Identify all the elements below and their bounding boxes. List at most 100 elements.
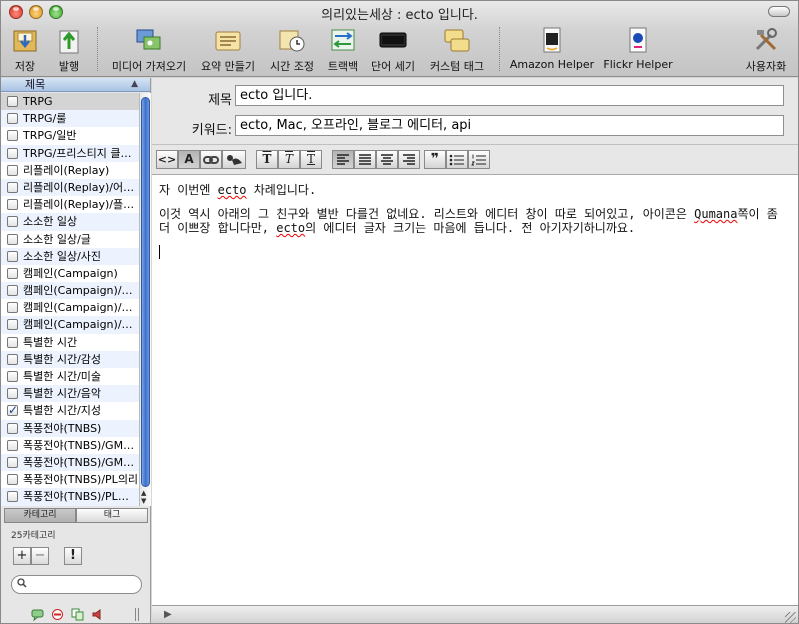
media-import-button[interactable]: 미디어 가져오기 bbox=[107, 25, 191, 75]
list-item[interactable]: 폭풍전야(TNBS)/GM… bbox=[1, 453, 139, 472]
title-field[interactable]: ecto 입니다. bbox=[235, 85, 784, 106]
list-item[interactable]: TRPG bbox=[1, 93, 139, 111]
tab-tags[interactable]: 태그 bbox=[76, 508, 148, 523]
category-checkbox[interactable] bbox=[7, 474, 18, 486]
add-category-button[interactable]: + bbox=[13, 547, 31, 565]
align-right-button[interactable] bbox=[398, 150, 420, 169]
list-item[interactable]: 특별한 시간/감성 bbox=[1, 350, 139, 368]
bullet-list-button[interactable] bbox=[446, 150, 468, 169]
category-checkbox[interactable] bbox=[7, 388, 18, 400]
category-checkbox[interactable] bbox=[7, 319, 18, 331]
font-button[interactable]: A bbox=[178, 150, 200, 169]
category-checkbox[interactable] bbox=[7, 402, 18, 419]
publish-button[interactable]: 발행 bbox=[51, 25, 87, 75]
image-button[interactable] bbox=[222, 150, 246, 169]
no-entry-icon[interactable] bbox=[51, 608, 64, 621]
post-editor[interactable]: 자 이번엔 ecto 차례입니다. 이것 역시 아래의 그 친구와 별반 다를건… bbox=[152, 174, 798, 605]
list-item[interactable]: 리플레이(Replay) bbox=[1, 162, 139, 179]
category-checkbox[interactable] bbox=[7, 267, 18, 279]
scrollbar-thumb[interactable] bbox=[141, 97, 150, 487]
align-justify-button[interactable] bbox=[354, 150, 376, 169]
underline-button[interactable]: T bbox=[300, 150, 322, 169]
category-label: 특별한 시간 bbox=[23, 335, 78, 349]
list-item[interactable]: 특별한 시간 bbox=[1, 334, 139, 351]
list-item[interactable]: 소소한 일상/글 bbox=[1, 231, 139, 248]
category-count: 25카테고리 bbox=[11, 531, 56, 541]
category-checkbox[interactable] bbox=[7, 113, 18, 125]
category-scrollbar[interactable]: ▲ ▼ bbox=[139, 93, 151, 506]
alert-button[interactable]: ! bbox=[64, 547, 82, 565]
list-item[interactable]: TRPG/일반 bbox=[1, 127, 139, 144]
list-item[interactable]: 캠페인(Campaign)/… bbox=[1, 316, 139, 334]
category-checkbox[interactable] bbox=[7, 422, 18, 434]
category-checkbox[interactable] bbox=[7, 336, 18, 348]
category-search-input[interactable] bbox=[11, 575, 142, 594]
list-item[interactable]: 폭풍전야(TNBS)/GM… bbox=[1, 437, 139, 454]
category-checkbox[interactable] bbox=[7, 302, 18, 314]
customize-button[interactable]: 사용자화 bbox=[739, 25, 793, 75]
comment-icon[interactable] bbox=[31, 608, 44, 621]
category-checkbox[interactable] bbox=[7, 456, 18, 468]
copy-icon[interactable] bbox=[71, 608, 84, 621]
remove-category-button[interactable]: − bbox=[31, 547, 49, 565]
list-item[interactable]: TRPG/룰 bbox=[1, 110, 139, 128]
disclosure-triangle-icon[interactable]: ▶ bbox=[164, 609, 172, 620]
list-item[interactable]: 캠페인(Campaign)/… bbox=[1, 299, 139, 316]
category-checkbox[interactable] bbox=[7, 439, 18, 451]
category-checkbox[interactable] bbox=[7, 216, 18, 228]
align-left-button[interactable] bbox=[332, 150, 354, 169]
category-list[interactable]: TRPG TRPG/룰 TRPG/일반 TRPG/프리스티지 클… 리플레이(Repla… bbox=[1, 93, 139, 506]
category-checkbox[interactable] bbox=[7, 164, 18, 176]
speaker-icon[interactable] bbox=[91, 608, 104, 621]
summary-button[interactable]: 요약 만들기 bbox=[197, 25, 259, 75]
bold-button[interactable]: T bbox=[256, 150, 278, 169]
amazon-helper-button[interactable]: Amazon Helper bbox=[509, 25, 595, 75]
list-item[interactable]: 폭풍전야(TNBS) bbox=[1, 419, 139, 437]
category-checkbox[interactable] bbox=[7, 181, 18, 193]
custom-tags-button[interactable]: 커스텀 태그 bbox=[425, 25, 489, 75]
category-checkbox[interactable] bbox=[7, 233, 18, 245]
save-button[interactable]: 저장 bbox=[7, 25, 43, 75]
trackback-button[interactable]: 트랙백 bbox=[323, 25, 363, 75]
category-checkbox[interactable] bbox=[7, 491, 18, 503]
html-mode-button[interactable]: <> bbox=[156, 150, 178, 169]
flickr-helper-button[interactable]: Flickr Helper bbox=[601, 25, 675, 75]
category-label: 소소한 일상/사진 bbox=[23, 249, 102, 263]
italic-button[interactable]: T bbox=[278, 150, 300, 169]
blockquote-button[interactable]: ❞ bbox=[424, 150, 446, 169]
list-item[interactable]: 리플레이(Replay)/어… bbox=[1, 178, 139, 197]
scroll-down-icon[interactable]: ▼ bbox=[141, 497, 146, 505]
category-checkbox[interactable] bbox=[7, 371, 18, 382]
word-count-button[interactable]: 단어 세기 bbox=[367, 25, 419, 75]
resize-grip-icon[interactable] bbox=[785, 612, 796, 623]
category-checkbox[interactable] bbox=[7, 199, 18, 211]
scroll-up-icon[interactable]: ▲ bbox=[141, 489, 146, 497]
tab-category[interactable]: 카테고리 bbox=[4, 508, 76, 523]
list-item[interactable]: 특별한 시간/미술 bbox=[1, 368, 139, 385]
category-checkbox[interactable] bbox=[7, 353, 18, 365]
category-checkbox[interactable] bbox=[7, 96, 18, 107]
toolbar-toggle-button[interactable] bbox=[768, 6, 790, 17]
splitter-handle[interactable] bbox=[135, 608, 139, 621]
list-item[interactable]: 소소한 일상/사진 bbox=[1, 247, 139, 265]
list-item[interactable]: 캠페인(Campaign)/… bbox=[1, 282, 139, 300]
link-button[interactable] bbox=[200, 150, 222, 169]
category-checkbox[interactable] bbox=[7, 285, 18, 297]
category-checkbox[interactable] bbox=[7, 130, 18, 142]
list-item[interactable]: 폭풍전야(TNBS)/PL… bbox=[1, 488, 139, 506]
category-checkbox[interactable] bbox=[7, 250, 18, 262]
list-item[interactable]: 리플레이(Replay)/플… bbox=[1, 196, 139, 213]
time-adjust-button[interactable]: 시간 조정 bbox=[265, 25, 319, 75]
list-item[interactable]: 특별한 시간/지성 bbox=[1, 402, 139, 419]
list-item[interactable]: 특별한 시간/음악 bbox=[1, 385, 139, 403]
align-center-button[interactable] bbox=[376, 150, 398, 169]
column-header-title[interactable]: 제목 ▲ bbox=[1, 78, 150, 92]
category-checkbox[interactable] bbox=[7, 147, 18, 159]
numbered-list-button[interactable] bbox=[468, 150, 490, 169]
sort-ascending-icon: ▲ bbox=[131, 79, 138, 89]
list-item[interactable]: 소소한 일상 bbox=[1, 213, 139, 231]
list-item[interactable]: 캠페인(Campaign) bbox=[1, 265, 139, 282]
list-item[interactable]: 폭풍전야(TNBS)/PL의리 bbox=[1, 471, 139, 488]
list-item[interactable]: TRPG/프리스티지 클… bbox=[1, 144, 139, 162]
keywords-field[interactable]: ecto, Mac, 오프라인, 블로그 에디터, api bbox=[235, 115, 784, 136]
